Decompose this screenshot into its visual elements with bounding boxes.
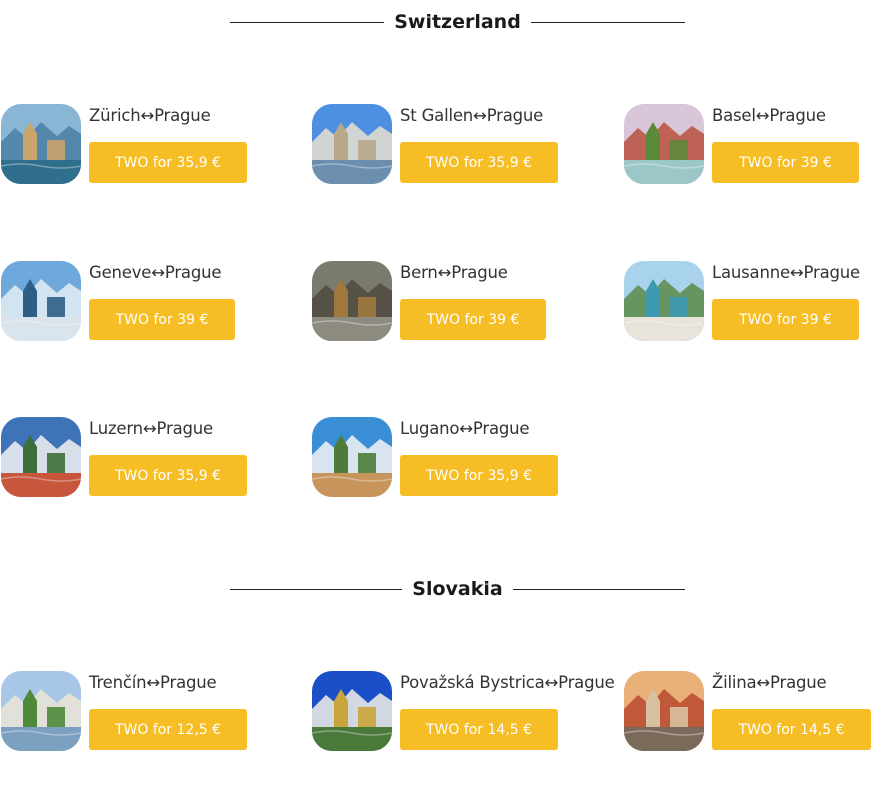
ticket-offer-button[interactable]: TWO for 14,5 € bbox=[712, 709, 871, 750]
luzern-photo[interactable] bbox=[1, 417, 81, 497]
ticket-offer-button[interactable]: TWO for 39 € bbox=[712, 142, 859, 183]
route-label: Zürich↔Prague bbox=[89, 106, 211, 125]
section-title: Slovakia bbox=[412, 578, 503, 600]
divider-left bbox=[230, 21, 385, 23]
zilina-photo[interactable] bbox=[624, 671, 704, 751]
ticket-offer-button[interactable]: TWO for 39 € bbox=[400, 299, 546, 340]
section-title: Switzerland bbox=[394, 11, 521, 33]
divider-right bbox=[512, 588, 685, 590]
povazska-bystrica-photo[interactable] bbox=[312, 671, 392, 751]
route-label: Lugano↔Prague bbox=[400, 419, 530, 438]
route-label: Luzern↔Prague bbox=[89, 419, 213, 438]
route-card: Bern↔Prague TWO for 39 € bbox=[312, 261, 602, 343]
route-label: Žilina↔Prague bbox=[712, 673, 827, 692]
route-card: Lausanne↔Prague TWO for 39 € bbox=[624, 261, 885, 343]
ticket-offer-button[interactable]: TWO for 39 € bbox=[712, 299, 859, 340]
route-card: Žilina↔Prague TWO for 14,5 € bbox=[624, 671, 885, 753]
lugano-photo[interactable] bbox=[312, 417, 392, 497]
divider-left bbox=[230, 588, 403, 590]
route-card: Považská Bystrica↔Prague TWO for 14,5 € bbox=[312, 671, 615, 753]
route-label: Basel↔Prague bbox=[712, 106, 826, 125]
geneve-photo[interactable] bbox=[1, 261, 81, 341]
route-label: Geneve↔Prague bbox=[89, 263, 222, 282]
lausanne-photo[interactable] bbox=[624, 261, 704, 341]
trencin-photo[interactable] bbox=[1, 671, 81, 751]
divider-right bbox=[530, 21, 686, 23]
st-gallen-photo[interactable] bbox=[312, 104, 392, 184]
ticket-offer-button[interactable]: TWO for 12,5 € bbox=[89, 709, 247, 750]
ticket-offer-button[interactable]: TWO for 35,9 € bbox=[89, 455, 247, 496]
route-card: Zürich↔Prague TWO for 35,9 € bbox=[1, 104, 291, 186]
section-slovakia-title: Slovakia bbox=[230, 576, 685, 602]
route-label: St Gallen↔Prague bbox=[400, 106, 544, 125]
route-label: Trenčín↔Prague bbox=[89, 673, 217, 692]
zurich-photo[interactable] bbox=[1, 104, 81, 184]
route-card: St Gallen↔Prague TWO for 35,9 € bbox=[312, 104, 602, 186]
ticket-offer-button[interactable]: TWO for 39 € bbox=[89, 299, 235, 340]
route-label: Považská Bystrica↔Prague bbox=[400, 673, 615, 692]
section-switzerland-title: Switzerland bbox=[230, 9, 686, 35]
route-label: Bern↔Prague bbox=[400, 263, 508, 282]
route-card: Luzern↔Prague TWO for 35,9 € bbox=[1, 417, 291, 499]
route-card: Lugano↔Prague TWO for 35,9 € bbox=[312, 417, 602, 499]
basel-photo[interactable] bbox=[624, 104, 704, 184]
ticket-offer-button[interactable]: TWO for 35,9 € bbox=[400, 142, 558, 183]
route-label: Lausanne↔Prague bbox=[712, 263, 860, 282]
ticket-offer-button[interactable]: TWO for 35,9 € bbox=[89, 142, 247, 183]
ticket-offer-button[interactable]: TWO for 14,5 € bbox=[400, 709, 558, 750]
ticket-offer-button[interactable]: TWO for 35,9 € bbox=[400, 455, 558, 496]
route-card: Basel↔Prague TWO for 39 € bbox=[624, 104, 885, 186]
route-card: Trenčín↔Prague TWO for 12,5 € bbox=[1, 671, 291, 753]
bern-photo[interactable] bbox=[312, 261, 392, 341]
route-card: Geneve↔Prague TWO for 39 € bbox=[1, 261, 291, 343]
